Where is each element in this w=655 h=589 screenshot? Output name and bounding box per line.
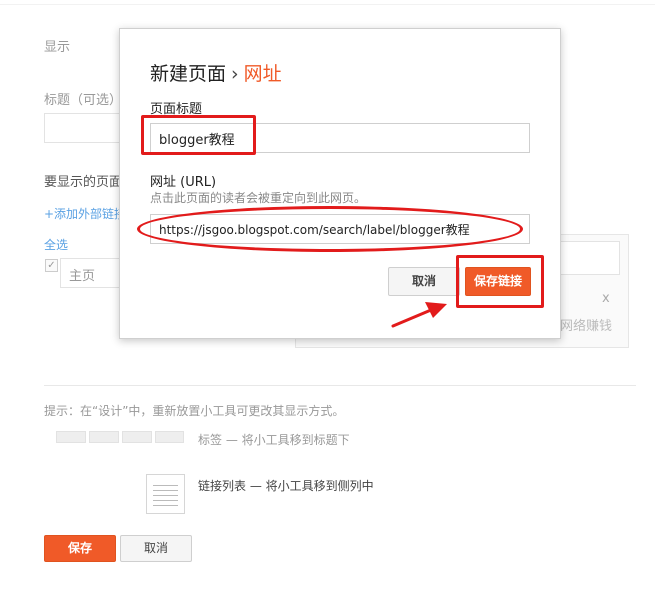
annotation-arrow-icon (391, 302, 447, 328)
dialog-cancel-button[interactable]: 取消 (388, 267, 460, 296)
top-divider (0, 4, 655, 5)
select-all-link[interactable]: 全选 (44, 236, 68, 253)
widget-title-input[interactable] (44, 113, 126, 143)
tabs-layout-option[interactable]: 标签 — 将小工具移到标题下 (198, 431, 350, 448)
panel-close-icon[interactable]: x (602, 291, 610, 306)
dialog-title-main: 新建页面 (150, 63, 227, 85)
panel-field[interactable] (558, 241, 620, 275)
section-display-heading: 显示 (44, 40, 71, 55)
list-layout-thumbnail (146, 474, 185, 514)
annotation-highlight-title (141, 115, 256, 155)
home-checkbox[interactable]: ✓ (45, 259, 58, 272)
breadcrumb-chevron-icon: › (231, 63, 239, 85)
home-page-label: 主页 (69, 269, 96, 284)
pages-to-show-label: 要显示的页面 (44, 175, 123, 190)
layout-tip-text: 提示：在“设计”中，重新放置小工具可更改其显示方式。 (44, 404, 345, 418)
add-external-link[interactable]: +添加外部链接 (44, 205, 126, 222)
section-divider (44, 385, 636, 386)
panel-item-text: 网络赚钱 (560, 319, 613, 334)
url-label: 网址 (URL) (150, 175, 217, 190)
annotation-highlight-url (137, 206, 523, 252)
annotation-highlight-save (456, 255, 544, 308)
cancel-button[interactable]: 取消 (120, 535, 192, 562)
dialog-title: 新建页面 › 网址 (150, 59, 282, 86)
url-hint: 点击此页面的读者会被重定向到此网页。 (150, 191, 367, 205)
dialog-title-accent: 网址 (243, 63, 282, 85)
list-layout-option[interactable]: 链接列表 — 将小工具移到侧列中 (198, 477, 374, 494)
save-button[interactable]: 保存 (44, 535, 116, 562)
tabs-layout-thumbnail (56, 431, 184, 443)
title-optional-label: 标题（可选） (44, 93, 123, 108)
